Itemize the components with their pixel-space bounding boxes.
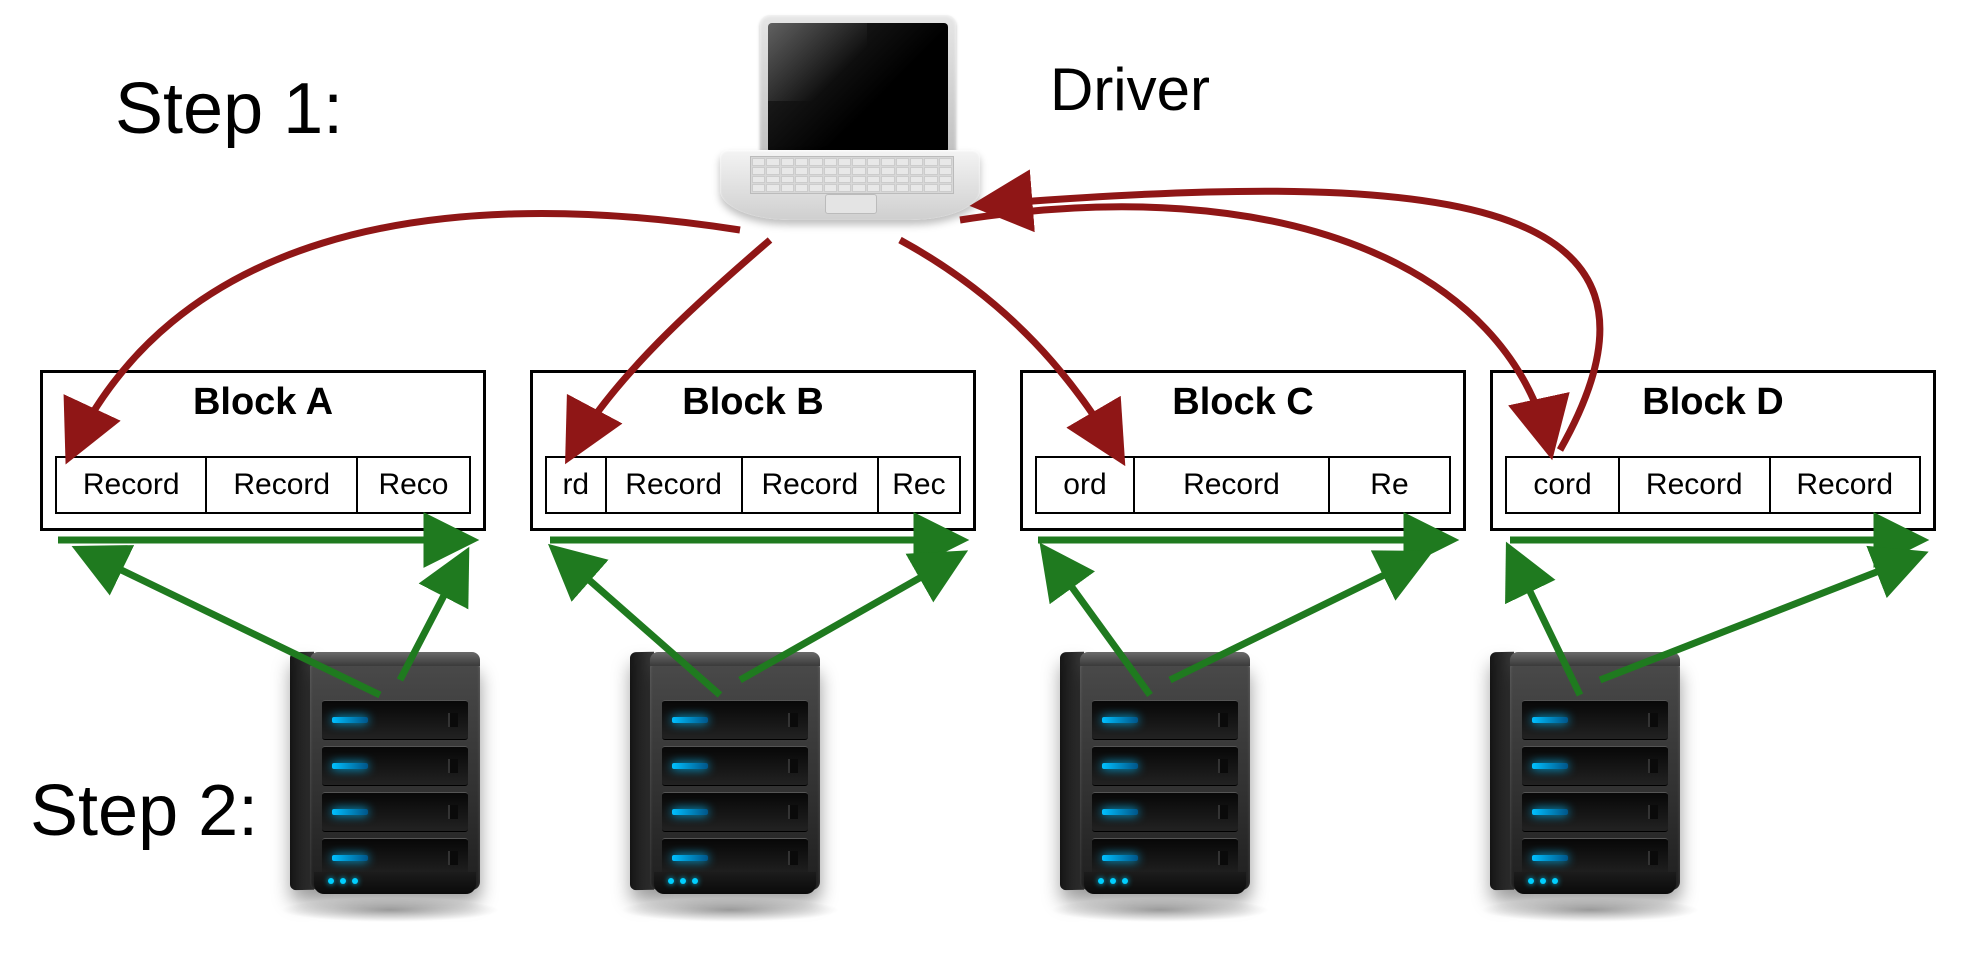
block-c: Block C ordRecordRe	[1020, 370, 1466, 531]
record-cell: Reco	[356, 456, 471, 514]
record-cell: Record	[55, 456, 205, 514]
server-3-icon	[1050, 650, 1270, 930]
record-cell: Record	[1769, 456, 1921, 514]
block-b-records: rdRecordRecordRec	[545, 456, 961, 514]
record-cell: Record	[205, 456, 355, 514]
block-a-records: RecordRecordReco	[55, 456, 471, 514]
record-cell: ord	[1035, 456, 1133, 514]
driver-laptop-icon	[720, 15, 980, 225]
server-1-icon	[280, 650, 500, 930]
record-cell: Rec	[877, 456, 961, 514]
server-4-icon	[1480, 650, 1700, 930]
block-d: Block D cordRecordRecord	[1490, 370, 1936, 531]
record-cell: Record	[1133, 456, 1328, 514]
block-c-records: ordRecordRe	[1035, 456, 1451, 514]
record-cell: Record	[605, 456, 741, 514]
driver-label: Driver	[1050, 55, 1210, 124]
block-b: Block B rdRecordRecordRec	[530, 370, 976, 531]
block-a-title: Block A	[43, 381, 483, 424]
block-a: Block A RecordRecordReco	[40, 370, 486, 531]
record-cell: Re	[1328, 456, 1451, 514]
record-cell: cord	[1505, 456, 1618, 514]
record-cell: Record	[1618, 456, 1768, 514]
block-c-title: Block C	[1023, 381, 1463, 424]
block-d-records: cordRecordRecord	[1505, 456, 1921, 514]
step2-label: Step 2:	[30, 770, 258, 852]
server-2-icon	[620, 650, 840, 930]
step1-label: Step 1:	[115, 68, 343, 150]
block-b-title: Block B	[533, 381, 973, 424]
block-d-title: Block D	[1493, 381, 1933, 424]
record-cell: Record	[741, 456, 877, 514]
record-cell: rd	[545, 456, 605, 514]
